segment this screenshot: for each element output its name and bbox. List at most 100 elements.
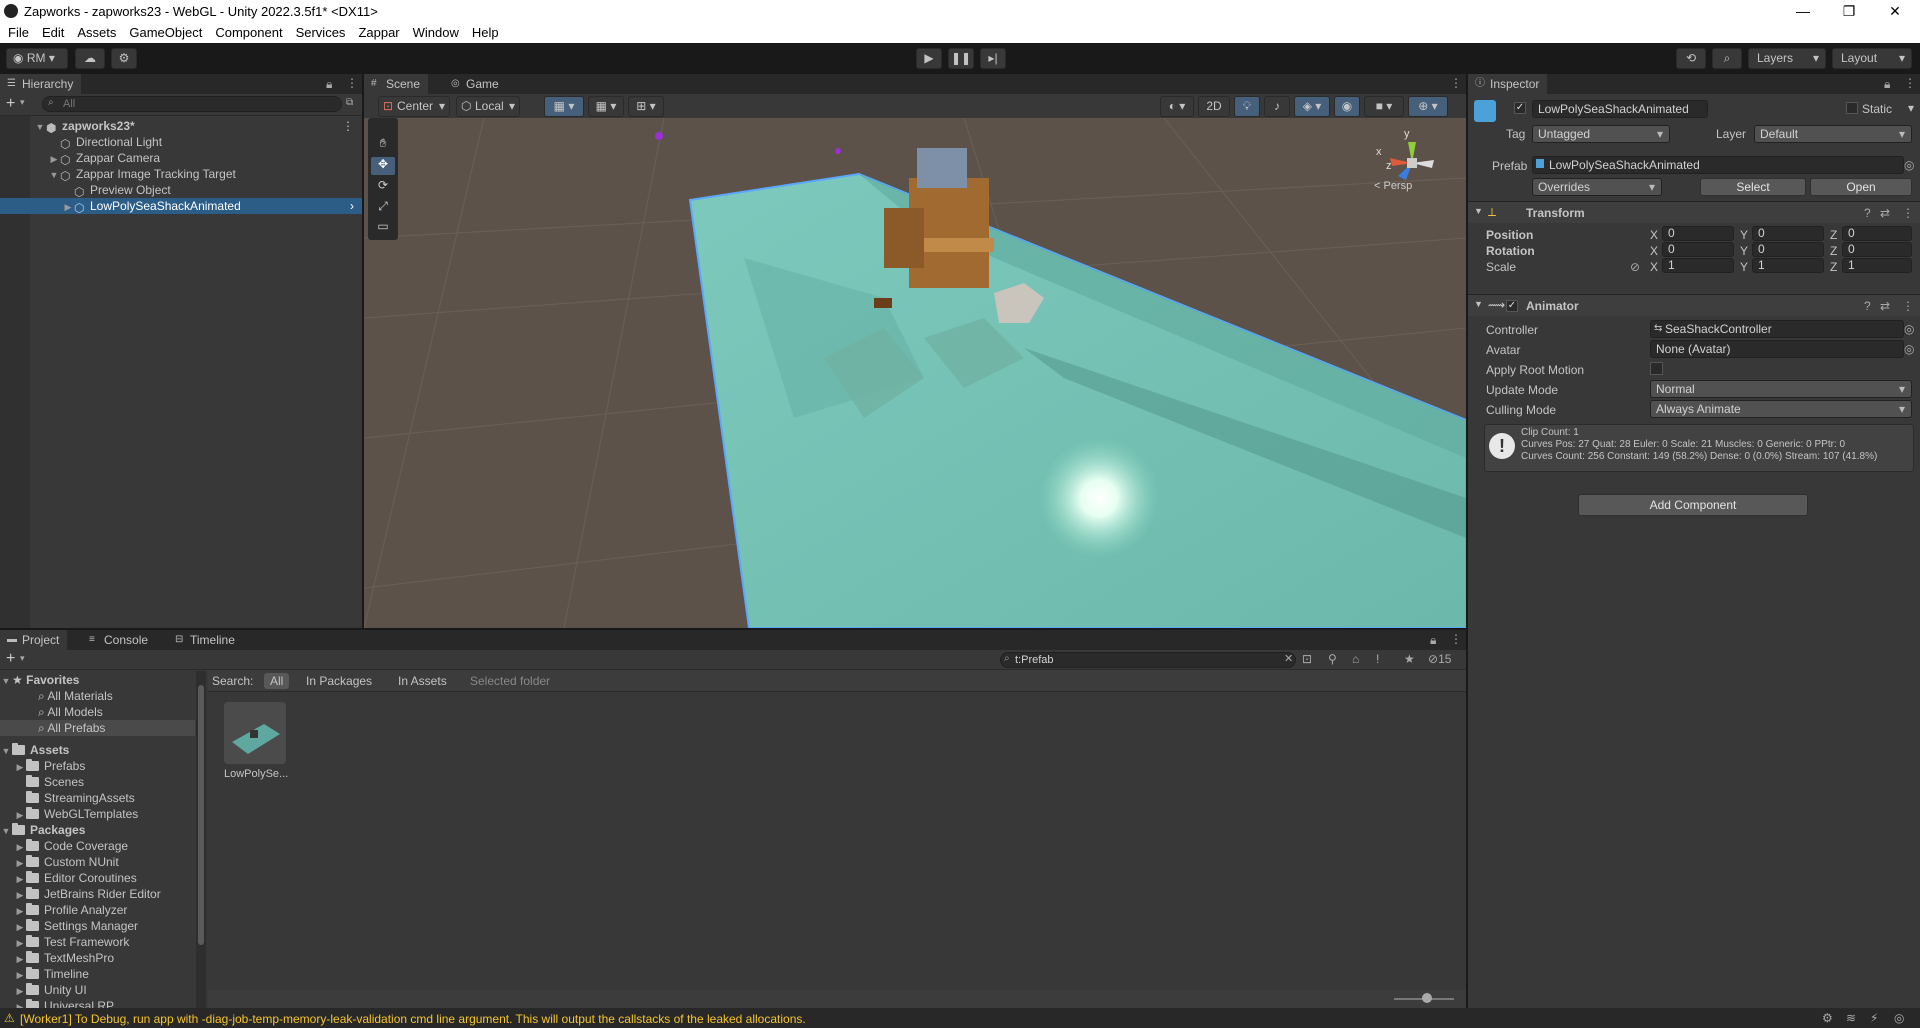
kebab-menu-icon[interactable]: ⋮ xyxy=(1902,299,1914,313)
close-button[interactable]: ✕ xyxy=(1872,0,1918,22)
toggle-2d-button[interactable]: 2D xyxy=(1198,96,1230,117)
hierarchy-item[interactable]: ▼ ⬡ Zappar Image Tracking Target xyxy=(0,166,362,182)
tag-dropdown[interactable]: Untagged xyxy=(1532,125,1670,143)
favorites-header[interactable]: ▼ ★ Favorites xyxy=(0,672,195,688)
step-button[interactable]: ▸| xyxy=(980,48,1006,69)
increment-snap-button[interactable]: ▦ ▾ xyxy=(588,96,624,117)
target-icon[interactable]: ◎ xyxy=(1904,322,1914,336)
package-folder[interactable]: ▶ Unity UI xyxy=(0,982,195,998)
zoom-slider-handle[interactable] xyxy=(1422,993,1432,1003)
scale-tool-icon[interactable]: ⤢ xyxy=(371,199,395,217)
scrollbar-thumb[interactable] xyxy=(198,685,204,945)
package-folder[interactable]: ▶ TextMeshPro xyxy=(0,950,195,966)
package-folder[interactable]: ▶ Profile Analyzer xyxy=(0,902,195,918)
overrides-dropdown[interactable]: Overrides xyxy=(1532,178,1662,196)
menu-gameobject[interactable]: GameObject xyxy=(121,22,207,40)
expand-arrow-icon[interactable]: ▼ xyxy=(48,167,60,183)
add-button[interactable]: + xyxy=(6,650,15,668)
chevron-down-icon[interactable]: ▾ xyxy=(1908,101,1914,115)
scope-all[interactable]: All xyxy=(264,673,290,689)
scale-z-field[interactable]: 1 xyxy=(1842,258,1912,273)
cloud-button[interactable]: ☁ xyxy=(75,48,105,69)
target-icon[interactable]: ◎ xyxy=(1904,158,1914,172)
move-tool-icon[interactable]: ✥ xyxy=(371,157,395,175)
hierarchy-item[interactable]: ▼ ⬢ zapworks23* ⋮ xyxy=(0,118,362,134)
tab-hierarchy[interactable]: ☰ Hierarchy xyxy=(0,74,82,94)
tab-project[interactable]: ▬ Project xyxy=(0,630,68,650)
menu-file[interactable]: File xyxy=(0,22,34,40)
expand-arrow-icon[interactable]: ▶ xyxy=(14,855,26,871)
assets-folder[interactable]: ▼ Assets xyxy=(0,742,195,758)
help-icon[interactable]: ? xyxy=(1864,299,1871,313)
package-folder[interactable]: ▶ Editor Coroutines xyxy=(0,870,195,886)
hidden-packages-icon[interactable]: ⊘15 xyxy=(1428,652,1451,666)
position-z-field[interactable]: 0 xyxy=(1842,226,1912,241)
packages-folder[interactable]: ▼ Packages xyxy=(0,822,195,838)
pause-button[interactable]: ❚❚ xyxy=(948,48,974,69)
grid-snap-button[interactable]: ▦ ▾ xyxy=(544,96,584,117)
clear-search-icon[interactable]: ✕ xyxy=(1284,652,1293,665)
favorite-item[interactable]: ⌕ All Prefabs xyxy=(0,720,195,736)
lock-icon[interactable]: 🔒︎ xyxy=(326,77,332,92)
hierarchy-item[interactable]: ▶ ⬡ LowPolySeaShackAnimated › xyxy=(0,198,362,214)
expand-arrow-icon[interactable]: ▶ xyxy=(14,871,26,887)
persp-label[interactable]: < Persp xyxy=(1374,180,1412,192)
search-by-type-icon[interactable]: ⊡ xyxy=(1302,652,1312,666)
rotate-tool-icon[interactable]: ⟳ xyxy=(371,178,395,196)
scale-x-field[interactable]: 1 xyxy=(1662,258,1734,273)
expand-arrow-icon[interactable]: ▶ xyxy=(14,839,26,855)
expand-arrow-icon[interactable]: ▶ xyxy=(14,999,26,1008)
open-button[interactable]: Open xyxy=(1810,178,1912,196)
kebab-menu-icon[interactable]: ⋮ xyxy=(1450,632,1462,646)
space-dropdown[interactable]: Local ⬡ ▾ xyxy=(456,96,520,117)
tree-scrollbar[interactable] xyxy=(196,671,206,1008)
filter-icon[interactable]: ⧉ xyxy=(346,97,353,108)
scope-in-assets[interactable]: In Assets xyxy=(398,674,447,688)
tab-timeline[interactable]: ⊟ Timeline xyxy=(168,630,243,650)
avatar-field[interactable]: None (Avatar) xyxy=(1650,340,1904,358)
object-name-field[interactable]: LowPolySeaShackAnimated xyxy=(1532,100,1708,118)
scale-y-field[interactable]: 1 xyxy=(1752,258,1824,273)
package-folder[interactable]: ▶ Universal RP xyxy=(0,998,195,1008)
search-by-label-icon[interactable]: ⚲ xyxy=(1328,652,1337,666)
y-axis-label[interactable]: Y xyxy=(1740,244,1748,258)
kebab-menu-icon[interactable]: ⋮ xyxy=(342,118,354,134)
controller-field[interactable]: SeaShackController xyxy=(1650,320,1904,338)
package-folder[interactable]: ▶ JetBrains Rider Editor xyxy=(0,886,195,902)
expand-arrow-icon[interactable]: ▶ xyxy=(14,983,26,999)
preset-icon[interactable]: ⇄ xyxy=(1880,299,1890,313)
menu-edit[interactable]: Edit xyxy=(34,22,69,40)
menu-window[interactable]: Window xyxy=(405,22,464,40)
status-message[interactable]: [Worker1] To Debug, run app with -diag-j… xyxy=(20,1012,806,1026)
chevron-down-icon[interactable]: ▾ xyxy=(20,97,25,108)
effects-dropdown[interactable]: ◈ ▾ xyxy=(1294,96,1330,117)
play-button[interactable]: ▶ xyxy=(916,48,942,69)
pivot-dropdown[interactable]: Center ⊡ ▾ xyxy=(378,96,450,117)
open-prefab-arrow-icon[interactable]: › xyxy=(350,198,354,214)
hierarchy-item[interactable]: ⬡ Directional Light xyxy=(0,134,362,150)
kebab-menu-icon[interactable]: ⋮ xyxy=(1450,76,1462,90)
x-axis-label[interactable]: X xyxy=(1650,260,1658,274)
constrain-proportions-icon[interactable]: ⊘ xyxy=(1630,260,1640,274)
hierarchy-item[interactable]: ▶ ⬡ Zappar Camera xyxy=(0,150,362,166)
expand-arrow-icon[interactable]: ▼ xyxy=(0,823,12,839)
expand-arrow-icon[interactable]: ▶ xyxy=(14,759,26,775)
scope-in-packages[interactable]: In Packages xyxy=(306,674,372,688)
favorite-item[interactable]: ⌕ All Models xyxy=(0,704,195,720)
hierarchy-item[interactable]: ⬡ Preview Object xyxy=(0,182,362,198)
project-search-input[interactable]: t:Prefab xyxy=(1000,652,1296,668)
assets-subfolder[interactable]: ▶ WebGLTemplates xyxy=(0,806,195,822)
prefab-field[interactable]: LowPolySeaShackAnimated xyxy=(1532,156,1904,174)
hierarchy-search-input[interactable]: All xyxy=(42,96,342,112)
package-folder[interactable]: ▶ Code Coverage xyxy=(0,838,195,854)
z-axis-label[interactable]: Z xyxy=(1830,228,1837,242)
favorite-item[interactable]: ⌕ All Materials xyxy=(0,688,195,704)
progress-icon[interactable]: ≋ xyxy=(1846,1011,1856,1025)
search-button[interactable]: ⌕ xyxy=(1712,48,1742,69)
assets-subfolder[interactable]: Scenes xyxy=(0,774,195,790)
gizmos-dropdown[interactable]: ⊕ ▾ xyxy=(1408,96,1448,117)
network-icon[interactable]: ⚡︎ xyxy=(1870,1011,1878,1025)
prefab-thumbnail[interactable] xyxy=(224,702,286,764)
expand-arrow-icon[interactable]: ▶ xyxy=(14,967,26,983)
expand-arrow-icon[interactable]: ▶ xyxy=(62,199,74,215)
